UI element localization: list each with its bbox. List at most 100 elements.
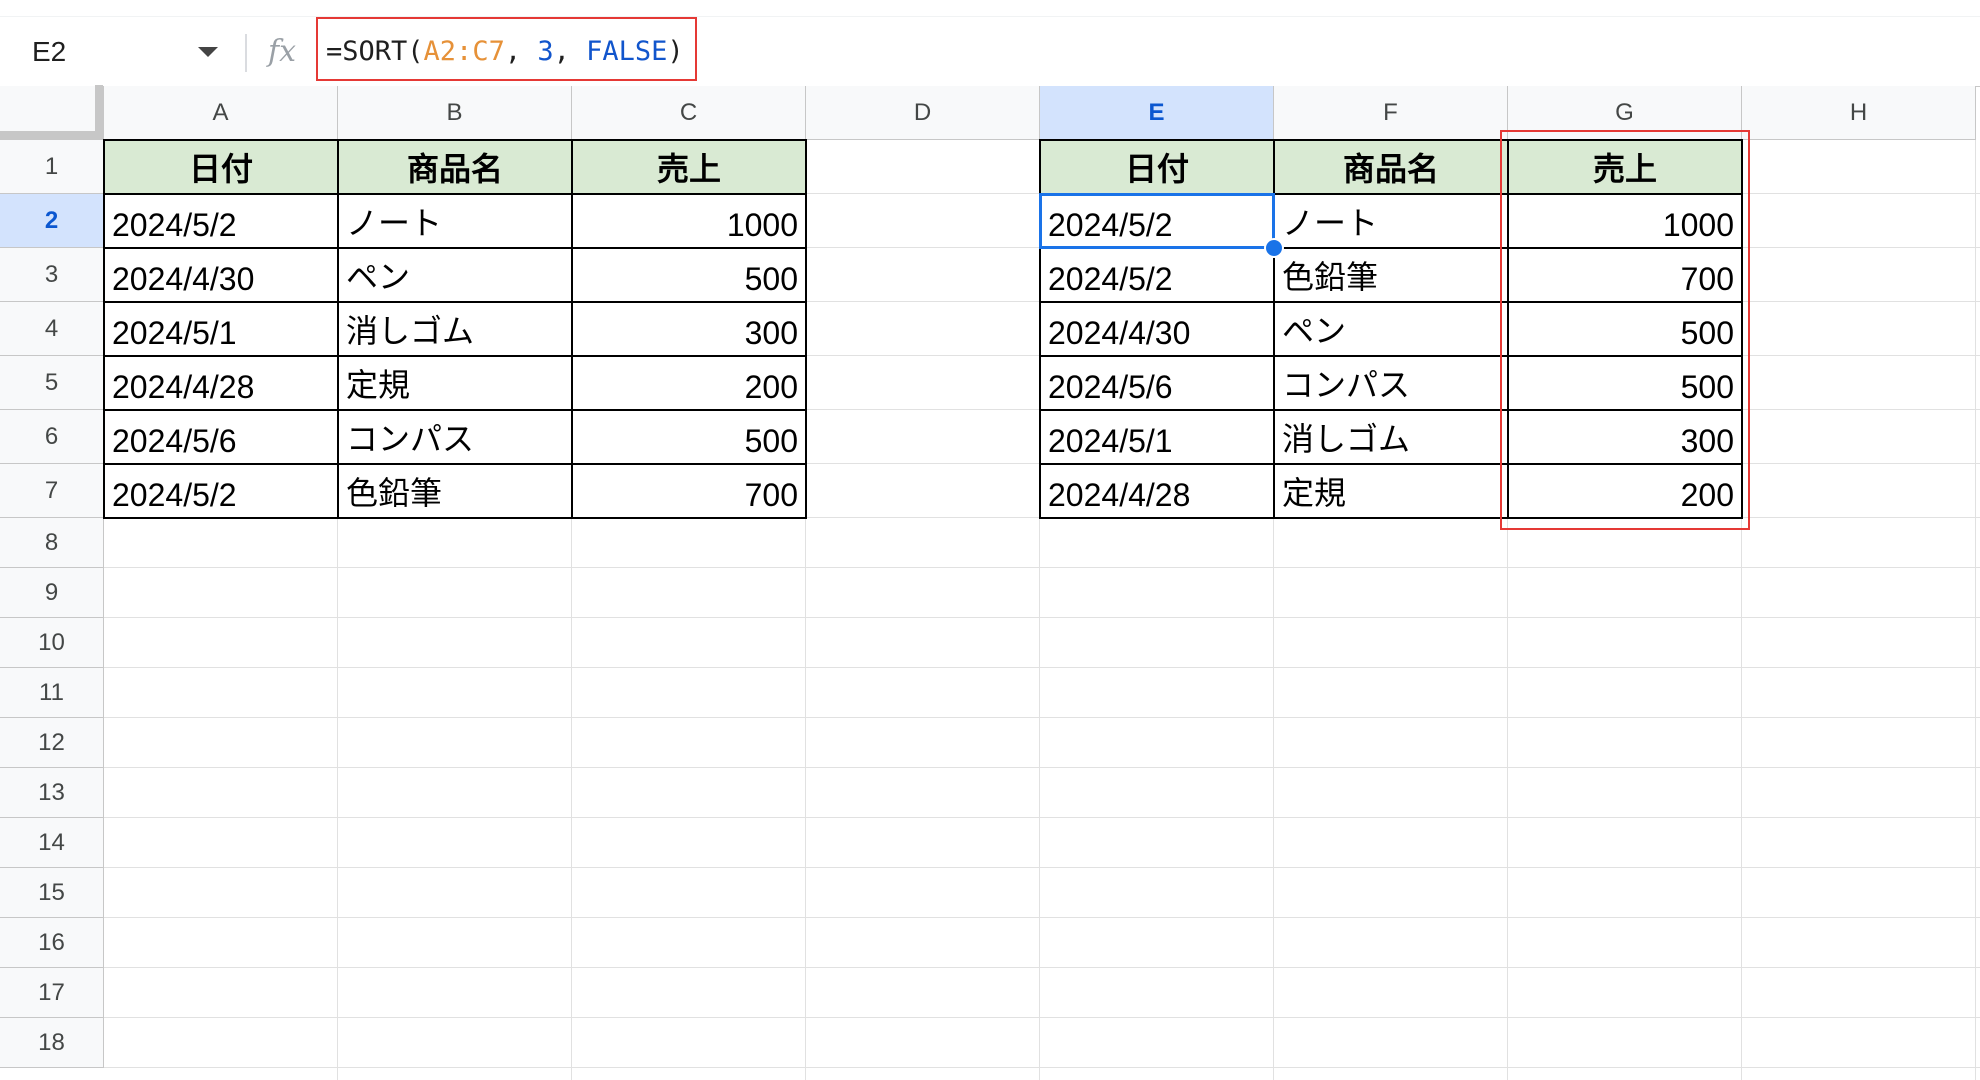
source-cell[interactable]: 定規 <box>338 356 572 410</box>
gridline <box>104 617 1980 618</box>
gridline <box>104 817 1980 818</box>
result-cell[interactable]: 2024/5/2 <box>1040 248 1274 302</box>
table-rule <box>1273 140 1275 518</box>
result-cell[interactable]: 500 <box>1508 356 1742 410</box>
result-header-cell[interactable]: 売上 <box>1508 140 1742 194</box>
table-rule <box>104 409 806 411</box>
dropdown-arrow-icon[interactable] <box>198 47 218 57</box>
row-header-14[interactable]: 14 <box>0 818 104 868</box>
select-all-corner[interactable] <box>0 85 104 140</box>
source-cell[interactable]: 消しゴム <box>338 302 572 356</box>
gridline <box>104 1017 1980 1018</box>
formula-prefix: =SORT( <box>326 36 424 67</box>
column-header-d[interactable]: D <box>806 86 1040 140</box>
row-header-3[interactable]: 3 <box>0 248 104 302</box>
result-cell[interactable]: 700 <box>1508 248 1742 302</box>
row-header-9[interactable]: 9 <box>0 568 104 618</box>
column-header-b[interactable]: B <box>338 86 572 140</box>
gridline <box>104 1067 1980 1068</box>
gridline <box>104 917 1980 918</box>
row-header-16[interactable]: 16 <box>0 918 104 968</box>
result-header-cell[interactable]: 日付 <box>1040 140 1274 194</box>
spreadsheet-grid[interactable]: A B C D E F G H 1 2 3 4 5 6 7 8 9 10 11 12 13 14 15 16 17 18 日付 商品名… <box>0 85 1980 1080</box>
gridline <box>104 717 1980 718</box>
gridline <box>104 567 1980 568</box>
source-cell[interactable]: 2024/5/1 <box>104 302 338 356</box>
result-cell[interactable]: 300 <box>1508 410 1742 464</box>
formula-input[interactable]: =SORT(A2:C7, 3, FALSE) <box>326 30 684 74</box>
table-rule <box>104 301 806 303</box>
source-cell[interactable]: 2024/4/30 <box>104 248 338 302</box>
result-cell[interactable]: コンパス <box>1274 356 1508 410</box>
source-header-cell[interactable]: 売上 <box>572 140 806 194</box>
table-rule <box>104 247 806 249</box>
fill-handle[interactable] <box>1264 238 1284 258</box>
table-rule <box>337 140 339 518</box>
source-cell[interactable]: 700 <box>572 464 806 518</box>
table-rule <box>1040 463 1742 465</box>
result-cell[interactable]: 1000 <box>1508 194 1742 248</box>
result-cell[interactable]: 2024/4/30 <box>1040 302 1274 356</box>
row-header-18[interactable]: 18 <box>0 1018 104 1068</box>
result-cell[interactable]: ペン <box>1274 302 1508 356</box>
column-header-h[interactable]: H <box>1742 86 1976 140</box>
column-header-g[interactable]: G <box>1508 86 1742 140</box>
row-header-6[interactable]: 6 <box>0 410 104 464</box>
result-cell[interactable]: 2024/5/1 <box>1040 410 1274 464</box>
result-cell[interactable]: 500 <box>1508 302 1742 356</box>
result-cell[interactable]: 2024/5/2 <box>1040 194 1274 248</box>
row-header-2[interactable]: 2 <box>0 194 104 248</box>
source-cell[interactable]: 2024/4/28 <box>104 356 338 410</box>
row-header-13[interactable]: 13 <box>0 768 104 818</box>
result-cell[interactable]: 200 <box>1508 464 1742 518</box>
table-rule <box>1040 193 1742 195</box>
row-header-1[interactable]: 1 <box>0 140 104 194</box>
source-cell[interactable]: 2024/5/2 <box>104 464 338 518</box>
row-header-11[interactable]: 11 <box>0 668 104 718</box>
column-header-a[interactable]: A <box>104 86 338 140</box>
source-cell[interactable]: 500 <box>572 248 806 302</box>
row-header-4[interactable]: 4 <box>0 302 104 356</box>
source-cell[interactable]: 300 <box>572 302 806 356</box>
row-header-17[interactable]: 17 <box>0 968 104 1018</box>
formula-separator: , <box>553 36 587 67</box>
row-header-7[interactable]: 7 <box>0 464 104 518</box>
row-header-12[interactable]: 12 <box>0 718 104 768</box>
result-cell[interactable]: 2024/4/28 <box>1040 464 1274 518</box>
fx-icon: fx <box>268 34 297 69</box>
row-header-5[interactable]: 5 <box>0 356 104 410</box>
table-rule <box>104 355 806 357</box>
row-header-15[interactable]: 15 <box>0 868 104 918</box>
source-cell[interactable]: 2024/5/6 <box>104 410 338 464</box>
column-header-e[interactable]: E <box>1040 86 1274 140</box>
formula-suffix: ) <box>667 36 684 67</box>
result-cell[interactable]: 消しゴム <box>1274 410 1508 464</box>
result-header-cell[interactable]: 商品名 <box>1274 140 1508 194</box>
column-header-c[interactable]: C <box>572 86 806 140</box>
source-cell[interactable]: コンパス <box>338 410 572 464</box>
source-cell[interactable]: 色鉛筆 <box>338 464 572 518</box>
source-cell[interactable]: ペン <box>338 248 572 302</box>
name-box[interactable]: E2 <box>20 30 220 74</box>
result-cell[interactable]: 2024/5/6 <box>1040 356 1274 410</box>
formula-sort-order: FALSE <box>586 36 668 67</box>
result-cell[interactable]: 色鉛筆 <box>1274 248 1508 302</box>
source-cell[interactable]: 2024/5/2 <box>104 194 338 248</box>
divider <box>245 34 247 72</box>
source-header-cell[interactable]: 商品名 <box>338 140 572 194</box>
source-cell[interactable]: 500 <box>572 410 806 464</box>
column-header-f[interactable]: F <box>1274 86 1508 140</box>
source-cell[interactable]: 200 <box>572 356 806 410</box>
table-rule <box>1040 409 1742 411</box>
result-cell[interactable]: ノート <box>1274 194 1508 248</box>
gridline <box>104 867 1980 868</box>
gridline <box>104 667 1980 668</box>
row-header-8[interactable]: 8 <box>0 518 104 568</box>
row-header-10[interactable]: 10 <box>0 618 104 668</box>
table-rule <box>1040 301 1742 303</box>
source-header-cell[interactable]: 日付 <box>104 140 338 194</box>
source-cell[interactable]: 1000 <box>572 194 806 248</box>
table-rule <box>104 193 806 195</box>
source-cell[interactable]: ノート <box>338 194 572 248</box>
result-cell[interactable]: 定規 <box>1274 464 1508 518</box>
